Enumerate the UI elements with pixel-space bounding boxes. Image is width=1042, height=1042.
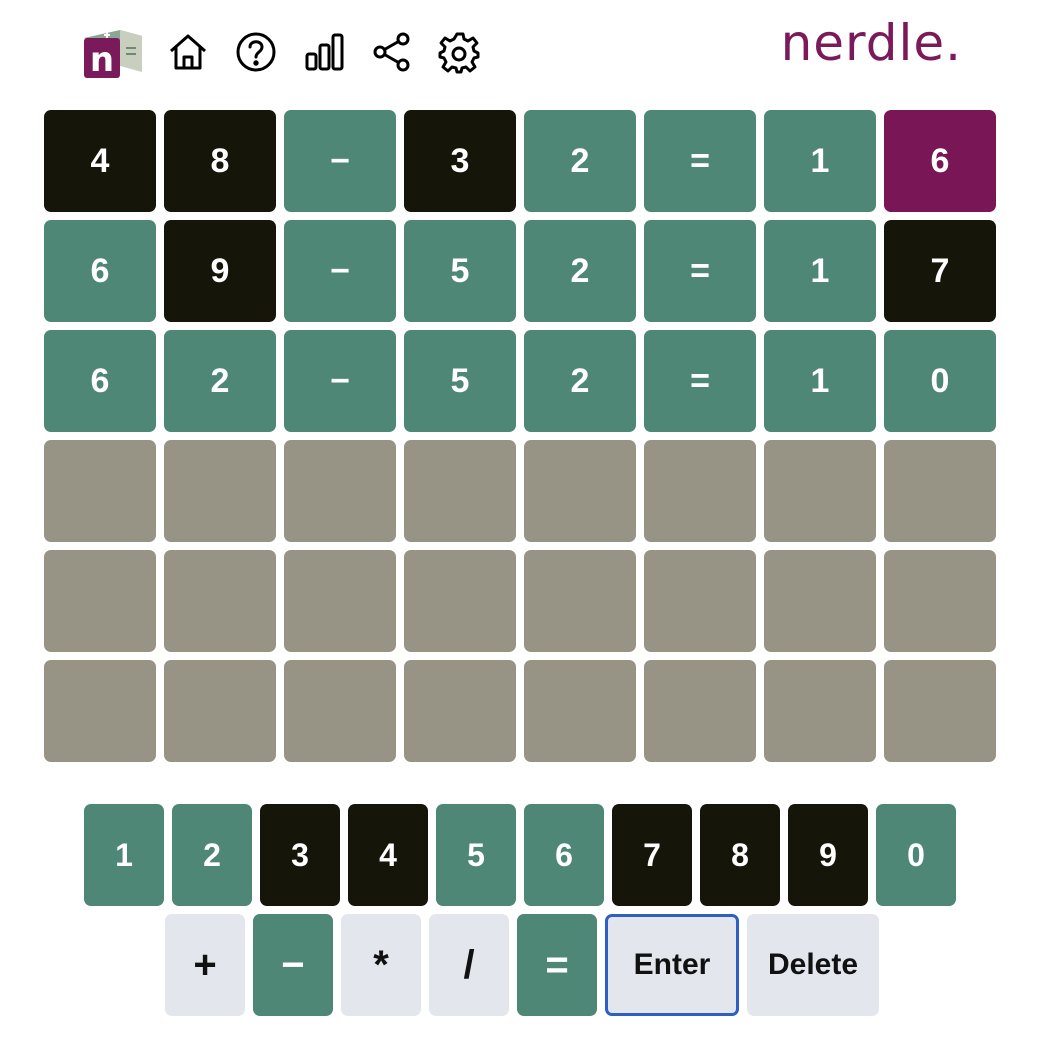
board-row: 6 2−5 2 = 1 0 <box>44 330 996 432</box>
settings-icon[interactable] <box>438 30 482 74</box>
board-tile <box>644 440 756 542</box>
board-tile <box>44 440 156 542</box>
board-tile <box>284 550 396 652</box>
board-tile: 2 <box>524 110 636 212</box>
board-row <box>44 440 996 542</box>
nerdle-logo-icon[interactable]: n <box>80 26 144 80</box>
key-2[interactable]: 2 <box>172 804 252 906</box>
board-tile <box>644 550 756 652</box>
key-equals[interactable]: = <box>517 914 597 1016</box>
board-tile: − <box>284 330 396 432</box>
key-0[interactable]: 0 <box>876 804 956 906</box>
board-tile <box>44 660 156 762</box>
board-tile <box>44 550 156 652</box>
board-tile <box>284 440 396 542</box>
key-3[interactable]: 3 <box>260 804 340 906</box>
board-tile: 5 <box>404 330 516 432</box>
key-4[interactable]: 4 <box>348 804 428 906</box>
board-tile: 7 <box>884 220 996 322</box>
board-tile <box>164 660 276 762</box>
stats-icon[interactable] <box>302 30 346 74</box>
board-tile: 8 <box>164 110 276 212</box>
key-7[interactable]: 7 <box>612 804 692 906</box>
board-tile <box>884 440 996 542</box>
board-tile: 0 <box>884 330 996 432</box>
key-9[interactable]: 9 <box>788 804 868 906</box>
board-tile <box>884 550 996 652</box>
board-tile: 4 <box>44 110 156 212</box>
key-divide[interactable]: / <box>429 914 509 1016</box>
board-tile: = <box>644 330 756 432</box>
board-tile <box>764 660 876 762</box>
board-tile: − <box>284 220 396 322</box>
board-tile <box>164 550 276 652</box>
board-row: 4 8−3 2 = 1 6 <box>44 110 996 212</box>
board-row: 6 9−5 2 = 1 7 <box>44 220 996 322</box>
board-tile: = <box>644 220 756 322</box>
board-tile: 6 <box>44 220 156 322</box>
board-tile: 1 <box>764 330 876 432</box>
brand-title: nerdle. <box>780 14 962 72</box>
board-tile: 2 <box>524 220 636 322</box>
board-tile: 9 <box>164 220 276 322</box>
board-tile <box>524 660 636 762</box>
key-8[interactable]: 8 <box>700 804 780 906</box>
board-tile <box>164 440 276 542</box>
key-multiply[interactable]: * <box>341 914 421 1016</box>
board-tile <box>884 660 996 762</box>
board-tile: 6 <box>884 110 996 212</box>
keyboard-operator-row: + − * / = Enter Delete <box>165 914 879 1016</box>
keyboard-digit-row: 1234567890 <box>84 804 956 906</box>
delete-button[interactable]: Delete <box>747 914 879 1016</box>
key-1[interactable]: 1 <box>84 804 164 906</box>
game-board: 4 8−3 2 = 1 6 6 9−5 2 = 1 7 6 2−5 2 = 1 0 <box>44 110 996 770</box>
key-5[interactable]: 5 <box>436 804 516 906</box>
board-tile <box>404 550 516 652</box>
key-minus[interactable]: − <box>253 914 333 1016</box>
board-tile: 2 <box>524 330 636 432</box>
board-tile <box>764 440 876 542</box>
header: n nerdle. <box>0 0 1042 100</box>
svg-text:n: n <box>90 40 114 80</box>
board-tile: = <box>644 110 756 212</box>
home-icon[interactable] <box>166 30 210 74</box>
board-tile: − <box>284 110 396 212</box>
board-tile <box>764 550 876 652</box>
board-tile: 5 <box>404 220 516 322</box>
share-icon[interactable] <box>370 30 414 74</box>
board-tile: 2 <box>164 330 276 432</box>
board-tile <box>284 660 396 762</box>
board-tile <box>644 660 756 762</box>
board-tile <box>524 440 636 542</box>
help-icon[interactable] <box>234 30 278 74</box>
board-tile: 1 <box>764 220 876 322</box>
board-tile: 3 <box>404 110 516 212</box>
enter-button[interactable]: Enter <box>605 914 739 1016</box>
board-tile <box>404 660 516 762</box>
key-plus[interactable]: + <box>165 914 245 1016</box>
board-tile <box>524 550 636 652</box>
board-tile <box>404 440 516 542</box>
key-6[interactable]: 6 <box>524 804 604 906</box>
board-tile: 1 <box>764 110 876 212</box>
board-row <box>44 550 996 652</box>
board-row <box>44 660 996 762</box>
board-tile: 6 <box>44 330 156 432</box>
